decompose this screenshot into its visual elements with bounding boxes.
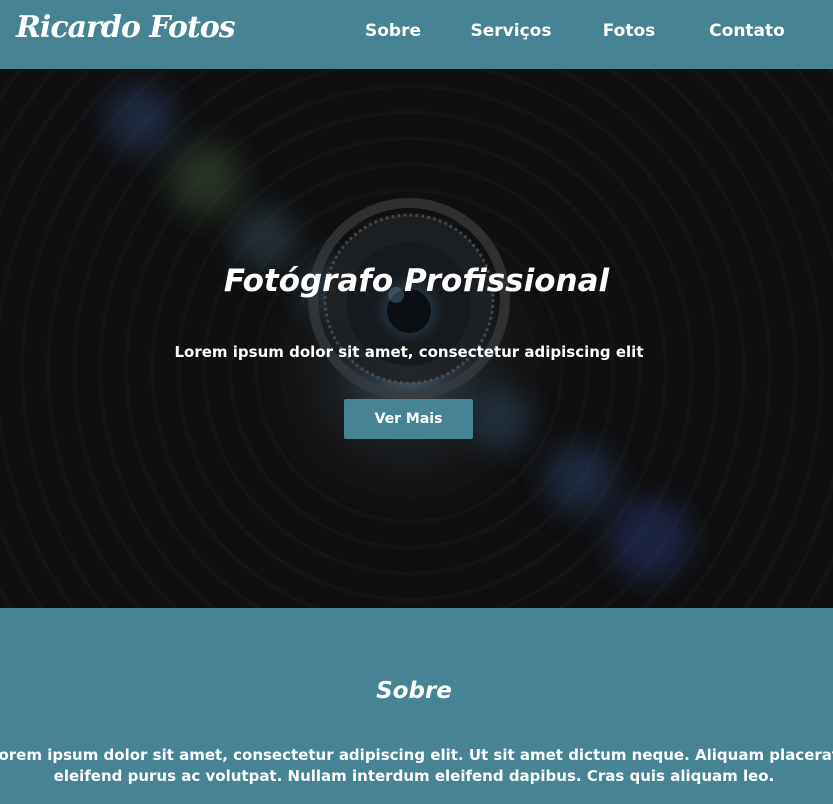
- about-section: Sobre Lorem ipsum dolor sit amet, consec…: [0, 608, 833, 804]
- brand-logo[interactable]: Ricardo Fotos: [16, 10, 236, 45]
- hero-subtitle: Lorem ipsum dolor sit amet, consectetur …: [174, 343, 644, 361]
- nav-link-sobre[interactable]: Sobre: [365, 21, 421, 41]
- navbar: Ricardo Fotos Sobre Serviços Fotos Conta…: [0, 0, 833, 69]
- ver-mais-button[interactable]: Ver Mais: [344, 399, 473, 439]
- hero-title: Fotógrafo Profissional: [223, 263, 610, 299]
- nav-link-contato[interactable]: Contato: [709, 21, 785, 41]
- hero-camera-lens-image: [106, 85, 690, 579]
- nav-link-servicos[interactable]: Serviços: [471, 21, 552, 41]
- about-text: Lorem ipsum dolor sit amet, consectetur …: [0, 746, 833, 785]
- hero-section: Fotógrafo Profissional Lorem ipsum dolor…: [0, 69, 833, 608]
- nav-link-fotos[interactable]: Fotos: [603, 21, 656, 41]
- about-title: Sobre: [376, 678, 452, 704]
